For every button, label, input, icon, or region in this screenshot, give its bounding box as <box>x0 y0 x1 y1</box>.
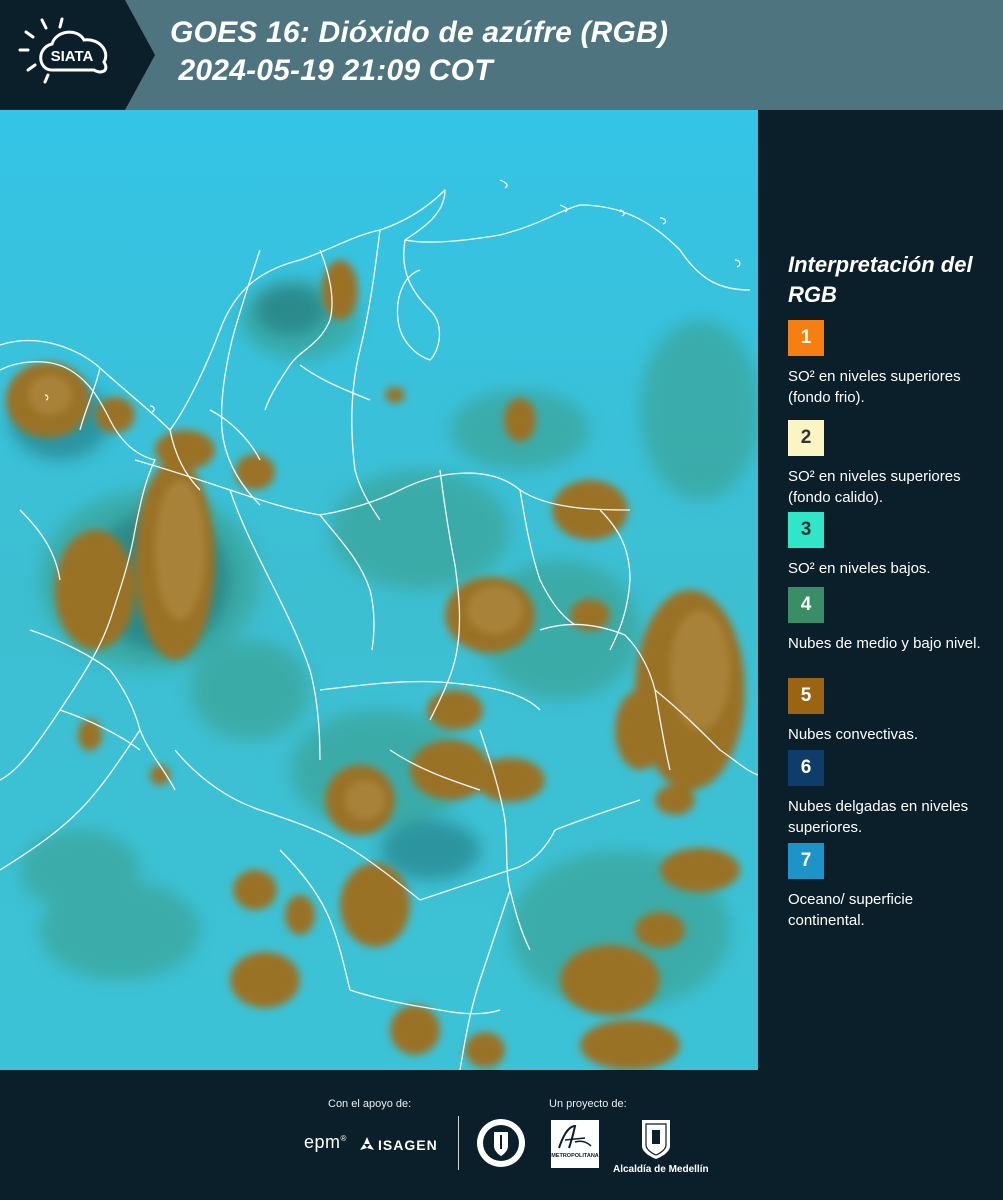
legend-number: 7 <box>800 850 812 871</box>
legend-text: SO² en niveles superiores (fondo frio). <box>788 368 961 406</box>
header: SIATA GOES 16: Dióxido de azúfre (RGB) 2… <box>0 0 1003 110</box>
metropolitana-text: METROPOLITANA <box>551 1153 599 1159</box>
title-line-2: 2024-05-19 21:09 COT <box>170 54 493 87</box>
legend-number: 2 <box>800 427 812 448</box>
isagen-logo: ISAGEN <box>358 1134 438 1156</box>
rgb-legend: Interpretación del RGB 1 SO² en niveles … <box>758 110 1003 1070</box>
alcaldia-text: Alcaldía de Medellín <box>613 1164 709 1175</box>
metropolitana-logo: METROPOLITANA <box>551 1120 599 1168</box>
satellite-image <box>0 110 758 1070</box>
legend-title: Interpretación del RGB <box>788 252 973 307</box>
epm-logo: epm® <box>304 1132 347 1152</box>
legend-swatch: 4 <box>788 587 824 623</box>
legend-item-1: 1 SO² en niveles superiores (fondo frio)… <box>788 320 988 408</box>
legend-swatch: 5 <box>788 678 824 714</box>
isagen-text: ISAGEN <box>378 1137 438 1153</box>
legend-swatch: 6 <box>788 750 824 786</box>
title-line-1: GOES 16: Dióxido de azúfre (RGB) <box>170 16 669 49</box>
legend-swatch: 2 <box>788 420 824 456</box>
medellin-seal <box>476 1118 526 1173</box>
alcaldia-shield <box>640 1118 672 1165</box>
legend-text: Nubes de medio y bajo nivel. <box>788 635 981 652</box>
legend-number: 6 <box>800 757 812 778</box>
legend-text: Nubes delgadas en niveles superiores. <box>788 798 969 836</box>
legend-number: 3 <box>800 519 812 540</box>
footer: Con el apoyo de: Un proyecto de: epm® IS… <box>0 1070 1003 1200</box>
legend-item-3: 3 SO² en niveles bajos. <box>788 512 988 579</box>
legend-item-7: 7 Oceano/ superficie continental. <box>788 843 988 931</box>
page-title: GOES 16: Dióxido de azúfre (RGB) 2024-05… <box>170 14 668 90</box>
legend-item-5: 5 Nubes convectivas. <box>788 678 988 745</box>
legend-number: 5 <box>800 685 812 706</box>
isagen-icon <box>360 1137 374 1150</box>
support-label: Con el apoyo de: <box>328 1098 412 1110</box>
satellite-map[interactable] <box>0 110 758 1070</box>
legend-text: SO² en niveles superiores (fondo calido)… <box>788 468 961 506</box>
legend-item-2: 2 SO² en niveles superiores (fondo calid… <box>788 420 988 508</box>
legend-swatch: 7 <box>788 843 824 879</box>
legend-number: 1 <box>800 327 812 348</box>
legend-swatch: 1 <box>788 320 824 356</box>
legend-number: 4 <box>800 594 812 615</box>
project-label: Un proyecto de: <box>549 1098 627 1110</box>
footer-divider <box>458 1116 459 1170</box>
legend-text: Oceano/ superficie continental. <box>788 891 914 929</box>
legend-text: Nubes convectivas. <box>788 726 919 743</box>
epm-text: epm <box>304 1132 341 1152</box>
siata-logo: SIATA <box>0 0 155 110</box>
legend-item-4: 4 Nubes de medio y bajo nivel. <box>788 587 988 654</box>
legend-item-6: 6 Nubes delgadas en niveles superiores. <box>788 750 988 838</box>
logo-text: SIATA <box>51 48 94 65</box>
legend-text: SO² en niveles bajos. <box>788 560 931 577</box>
legend-swatch: 3 <box>788 512 824 548</box>
